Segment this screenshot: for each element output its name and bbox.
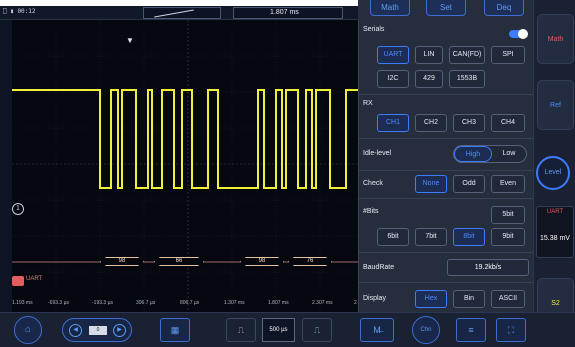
channel-button[interactable]: Chn — [412, 316, 440, 344]
time-tick: 306.7 µs — [136, 300, 156, 306]
bottom-toolbar: ⌂ ◀ 0 ▶ ▦ ⎍ 500 µs ⎍ M̶ Chn ≡ ⛶ — [0, 312, 575, 347]
divider — [359, 282, 534, 283]
top-tab-set[interactable]: Set — [426, 0, 466, 16]
top-tab-left[interactable]: Math — [370, 0, 410, 16]
time-tick: -693.3 µs — [48, 300, 69, 306]
protocol-uart[interactable]: UART — [377, 46, 409, 64]
top-status-bar: ⎕ ▮ 00:12 1.807 ms — [0, 6, 362, 20]
divider — [359, 138, 534, 139]
idle-low[interactable]: Low — [492, 146, 526, 162]
status-indicators: ⎕ ▮ 00:12 — [3, 8, 36, 15]
idle-level-title: Idle-level — [363, 150, 392, 157]
decode-frame: 76 — [288, 257, 332, 266]
menu-icon[interactable]: ≡ — [456, 318, 486, 342]
protocol-1553b[interactable]: 1553B — [449, 70, 485, 88]
panel-top-tabs: Math Set Deq — [358, 0, 533, 20]
time-tick: 806.7 µs — [180, 300, 200, 306]
idle-level-selector: High Low — [453, 145, 527, 163]
uart-bus-label: UART — [26, 276, 43, 282]
display-ascii[interactable]: ASCII — [491, 290, 525, 308]
divider — [359, 252, 534, 253]
nav-left-icon[interactable]: ◀ — [69, 324, 82, 337]
ch1-trace — [12, 89, 362, 189]
time-tick: 1.307 ms — [224, 300, 245, 306]
divider — [359, 94, 534, 95]
check-title: Check — [363, 180, 383, 187]
decode-frame: 98 — [100, 257, 144, 266]
serials-title: Serials — [363, 26, 385, 33]
ref-softkey[interactable]: Ref — [537, 80, 574, 130]
rx-title: RX — [363, 100, 373, 107]
ch1-marker[interactable]: 1 — [12, 203, 24, 215]
check-even[interactable]: Even — [491, 175, 525, 193]
protocol-can-fd[interactable]: CAN(FD) — [449, 46, 485, 64]
math-softkey[interactable]: Math — [537, 14, 574, 64]
divider — [359, 198, 534, 199]
bits-5bit[interactable]: 5bit — [491, 206, 525, 224]
toggle-knob — [518, 29, 528, 39]
time-readout-box: 1.807 ms — [233, 7, 343, 19]
rx-ch3[interactable]: CH3 — [453, 114, 485, 132]
rx-ch1[interactable]: CH1 — [377, 114, 409, 132]
display-title: Display — [363, 295, 386, 302]
top-tab-right[interactable]: Deq — [484, 0, 524, 16]
time-tick: 1.193 ms — [12, 300, 33, 306]
check-none[interactable]: None — [415, 175, 447, 193]
bits-7bit[interactable]: 7bit — [415, 228, 447, 246]
serial-decode-panel: Serials UART LIN CAN(FD) SPI I2C 429 155… — [358, 20, 534, 312]
time-tick: 2.307 ms — [312, 300, 333, 306]
fullscreen-icon[interactable]: ⛶ — [496, 318, 526, 342]
idle-high[interactable]: High — [454, 146, 492, 162]
trigger-line — [154, 9, 194, 18]
time-axis: 1.193 ms -693.3 µs -193.3 µs 306.7 µs 80… — [12, 300, 362, 310]
bits-6bit[interactable]: 6bit — [377, 228, 409, 246]
waveform-grid — [12, 20, 362, 312]
timebase-readout[interactable]: 500 µs — [262, 318, 295, 342]
waveform-display[interactable]: ▼ 1 UART 98 66 98 76 — [12, 20, 362, 312]
decode-frame: 66 — [154, 257, 204, 266]
time-tick: 2 — [354, 300, 357, 306]
decode-frame: 98 — [240, 257, 284, 266]
time-readout: 1.807 ms — [270, 9, 299, 16]
protocol-lin[interactable]: LIN — [415, 46, 443, 64]
uart-bus-marker[interactable] — [12, 276, 24, 286]
baudrate-title: BaudRate — [363, 264, 395, 271]
rx-ch2[interactable]: CH2 — [415, 114, 447, 132]
bits-9bit[interactable]: 9bit — [491, 228, 525, 246]
protocol-429[interactable]: 429 — [415, 70, 443, 88]
protocol-spi[interactable]: SPI — [491, 46, 525, 64]
baudrate-field[interactable]: 19.2kb/s — [447, 259, 529, 276]
time-tick: -193.3 µs — [92, 300, 113, 306]
display-bin[interactable]: Bin — [453, 290, 485, 308]
divider — [359, 170, 534, 171]
uart-readout-value: 15.38 mV — [540, 235, 570, 242]
timebase-increase-icon[interactable]: ⎍ — [302, 318, 332, 342]
time-tick: 1.807 ms — [268, 300, 289, 306]
bits-title: #Bits — [363, 208, 379, 215]
display-hex[interactable]: Hex — [415, 290, 447, 308]
protocol-i2c[interactable]: I2C — [377, 70, 409, 88]
softkey-column: Math Ref Level UART 15.38 mV S2 — [533, 0, 575, 347]
check-odd[interactable]: Odd — [453, 175, 485, 193]
home-icon[interactable]: ⌂ — [14, 316, 42, 344]
nav-right-icon[interactable]: ▶ — [113, 324, 126, 337]
horizontal-nav-control: ◀ 0 ▶ — [62, 318, 132, 342]
uart-trigger-level-readout: UART 15.38 mV — [536, 206, 574, 258]
rx-ch4[interactable]: CH4 — [491, 114, 525, 132]
level-knob-button[interactable]: Level — [536, 156, 570, 190]
save-icon[interactable]: ▦ — [160, 318, 190, 342]
bits-8bit[interactable]: 8bit — [453, 228, 485, 246]
timebase-decrease-icon[interactable]: ⎍ — [226, 318, 256, 342]
uart-readout-header: UART — [546, 209, 564, 215]
serials-toggle[interactable] — [509, 29, 528, 39]
trigger-pointer-icon: ▼ — [126, 36, 134, 45]
nav-value: 0 — [89, 326, 107, 335]
trigger-position-indicator[interactable] — [143, 7, 221, 19]
scope-screen: ⎕ ▮ 00:12 1.807 ms Math Set Deq ▼ 1 UART… — [0, 0, 575, 347]
function-button[interactable]: M̶ — [360, 318, 394, 342]
